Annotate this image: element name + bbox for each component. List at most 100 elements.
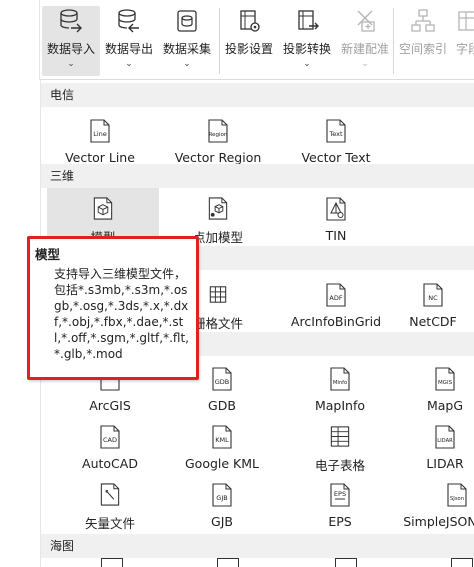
menu-item-mapinfo[interactable]: MInfo MapInfo: [281, 358, 399, 416]
new-registration-label: 新建配准: [340, 42, 389, 56]
icon-text: MGIS: [438, 380, 453, 386]
field-icon: [458, 11, 474, 31]
spatial-index-button[interactable]: 空间索引: [394, 6, 452, 76]
icon-text: GDB: [215, 378, 230, 386]
icon-text: MInfo: [333, 380, 347, 386]
icon-text: CAD: [103, 436, 117, 444]
group-header-telecom: 电信: [41, 83, 474, 107]
menu-item-arcinfo-bingrid[interactable]: ADF ArcInfoBinGrid: [277, 274, 395, 332]
vector-file-icon: [100, 483, 120, 506]
menu-item-autocad[interactable]: CAD AutoCAD: [51, 416, 169, 474]
icon-text: ADF: [329, 294, 342, 302]
data-collect-icon: [177, 10, 197, 32]
spreadsheet-icon: [330, 426, 350, 447]
field-button[interactable]: 字段: [452, 6, 474, 76]
menu-item-simplejson[interactable]: SJson SimpleJSON: [399, 474, 474, 532]
tin-file-icon: [326, 197, 346, 221]
icon-text: NC: [428, 294, 438, 302]
region-file-icon: Region: [208, 119, 228, 143]
chevron-down-icon[interactable]: ⌄: [67, 59, 75, 69]
menu-item-label: Vector Text: [301, 150, 371, 165]
spatial-index-icon: [411, 9, 435, 32]
spatial-index-label: 空间索引: [398, 42, 447, 56]
chevron-down-icon[interactable]: ⌄: [183, 59, 191, 69]
menu-item-label: 点加模型: [192, 230, 243, 245]
menu-item-vector-region[interactable]: Region Vector Region: [159, 110, 277, 168]
menu-item-label: EPS: [328, 514, 352, 529]
menu-item-vector-line[interactable]: Line Vector Line: [41, 110, 159, 168]
menu-item-netcdf[interactable]: NC NetCDF: [391, 274, 474, 332]
mapinfo-file-icon: MInfo: [330, 367, 350, 391]
icon-text: SJson: [450, 496, 464, 502]
kml-file-icon: KML: [212, 425, 232, 449]
projection-convert-icon: [298, 10, 319, 30]
model-file-icon: [93, 197, 113, 220]
menu-item-label: GDB: [208, 398, 236, 413]
menu-item-vector-text[interactable]: Text Vector Text: [277, 110, 395, 168]
json-file-icon: SJson: [447, 483, 467, 507]
menu-item-label: Vector Region: [174, 150, 262, 165]
new-registration-button[interactable]: 新建配准 ⌄: [336, 6, 394, 76]
highlight-frame: [27, 236, 199, 380]
data-collect-button[interactable]: 数据采集 ⌄: [158, 6, 216, 76]
chart-file-icon: [451, 558, 473, 567]
icon-text: Region: [209, 132, 228, 138]
chevron-down-icon[interactable]: ⌄: [303, 59, 311, 69]
adf-file-icon: ADF: [326, 283, 346, 307]
icon-text: LIDAR: [437, 438, 453, 444]
menu-item-label: Vector Line: [65, 150, 135, 165]
menu-item-label: 栅格文件: [192, 316, 243, 331]
field-label: 字段: [456, 42, 474, 56]
menu-item-mapgis[interactable]: MGIS MapG: [415, 358, 474, 416]
database-export-icon: [118, 9, 139, 33]
chart-file-icon: [101, 558, 123, 567]
menu-item-google-kml[interactable]: KML Google KML: [163, 416, 281, 474]
menu-item-label: NetCDF: [409, 314, 457, 329]
menu-item-spreadsheet[interactable]: 电子表格: [281, 416, 399, 474]
menu-item-gjb[interactable]: GJB GJB: [163, 474, 281, 532]
app-window: { "toolbar": { "buttons": [ {"label": "数…: [0, 0, 474, 567]
chevron-down-icon[interactable]: ⌄: [361, 59, 369, 69]
data-import-label: 数据导入: [46, 42, 95, 56]
projection-settings-button[interactable]: 投影设置: [220, 6, 278, 76]
chevron-down-icon[interactable]: ⌄: [125, 59, 133, 69]
group-header-chart: 海图: [41, 534, 474, 558]
ribbon-left-panel: [0, 0, 40, 80]
menu-item-lidar[interactable]: LIDAR LIDAR: [415, 416, 474, 474]
menu-item-label: AutoCAD: [82, 456, 138, 471]
database-import-icon: [60, 9, 82, 33]
eps-file-icon: EPS: [330, 483, 350, 507]
projection-settings-icon: [240, 10, 260, 32]
menu-item-label: LIDAR: [426, 456, 464, 471]
data-export-button[interactable]: 数据导出 ⌄: [100, 6, 158, 76]
menu-item-label: MapInfo: [314, 398, 366, 413]
menu-item-label: 电子表格: [314, 458, 365, 473]
point-model-icon: [208, 197, 228, 220]
menu-item-vector-file[interactable]: 矢量文件: [51, 474, 169, 532]
data-collect-label: 数据采集: [162, 42, 211, 56]
menu-item-label: 矢量文件: [84, 516, 135, 531]
icon-text: EPS: [334, 490, 346, 498]
menu-item-label: ArcInfoBinGrid: [290, 314, 382, 329]
text-file-icon: Text: [326, 119, 346, 143]
data-import-button[interactable]: 数据导入 ⌄: [42, 6, 100, 76]
group-header-3d: 三维: [41, 164, 474, 188]
menu-item-tin[interactable]: TIN: [277, 188, 395, 246]
icon-text: Text: [328, 130, 343, 138]
data-export-label: 数据导出: [104, 42, 153, 56]
icon-text: GJB: [216, 494, 227, 502]
gdb-file-icon: GDB: [212, 367, 232, 391]
ribbon-toolbar: 数据导入 ⌄ 数据导出 ⌄ 数据采集 ⌄ 投影设置 投影转换 ⌄ 新建配准 ⌄ …: [0, 0, 474, 80]
gjb-file-icon: GJB: [212, 483, 232, 507]
cad-file-icon: CAD: [100, 425, 120, 449]
projection-convert-button[interactable]: 投影转换 ⌄: [278, 6, 336, 76]
menu-item-label: GJB: [211, 514, 233, 529]
new-registration-icon: [357, 10, 375, 32]
nc-file-icon: NC: [423, 283, 443, 307]
menu-item-label: Google KML: [185, 456, 259, 471]
menu-item-label: TIN: [325, 228, 347, 243]
menu-item-eps[interactable]: EPS EPS: [281, 474, 399, 532]
mapgis-file-icon: MGIS: [435, 367, 455, 391]
icon-text: Line: [93, 130, 107, 138]
line-file-icon: Line: [90, 119, 110, 143]
